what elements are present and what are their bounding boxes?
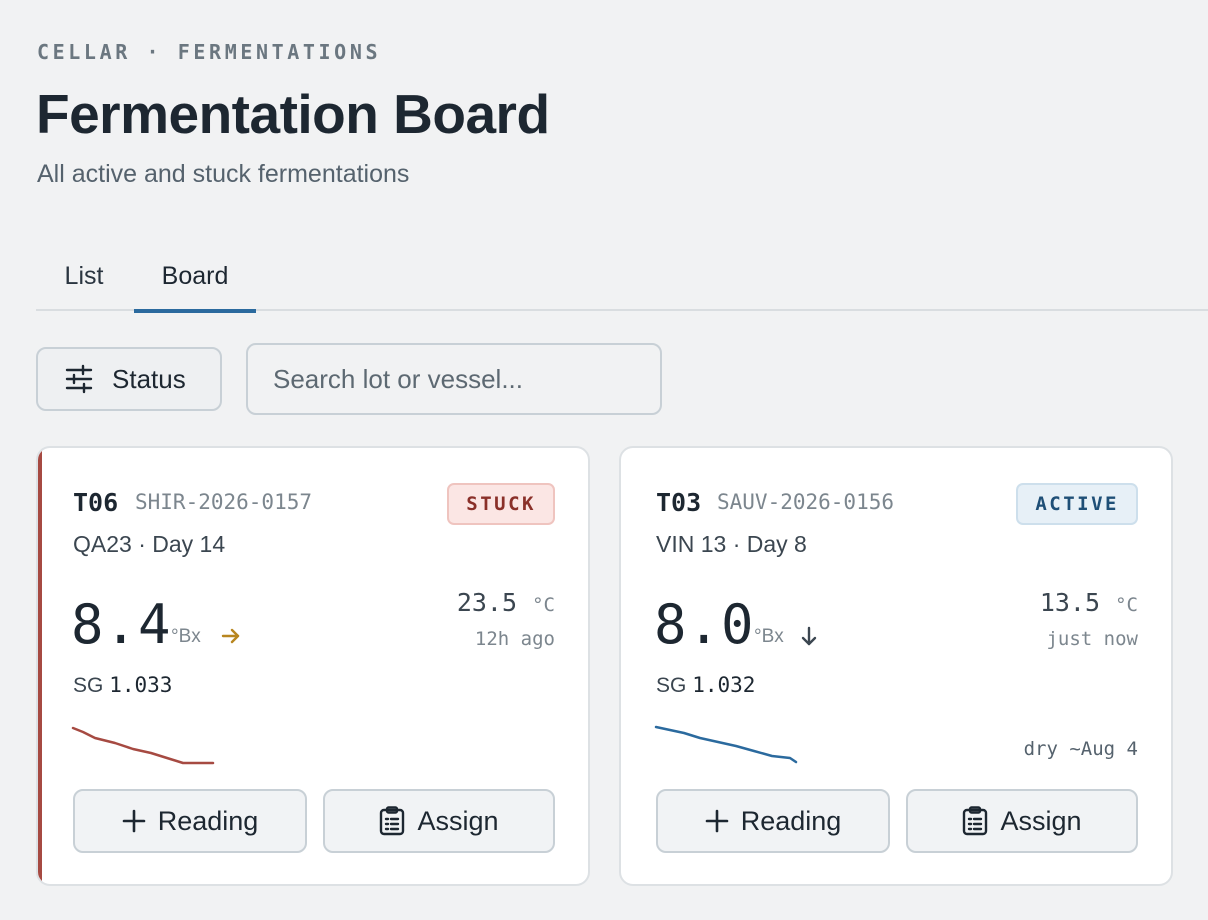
add-reading-label: Reading (740, 805, 842, 836)
specific-gravity: SG 1.033 (73, 673, 172, 698)
brix-value: 8.0 (654, 593, 755, 656)
brix-sparkline (654, 725, 798, 764)
tab-list[interactable]: List (36, 244, 132, 311)
sliders-icon (65, 364, 93, 394)
vessel-id: T06 (73, 488, 119, 517)
view-tabs: List Board (36, 244, 1208, 313)
plus-icon (122, 809, 146, 833)
plus-icon (705, 809, 729, 833)
status-filter-button[interactable]: Status (36, 347, 222, 411)
status-badge: ACTIVE (1016, 483, 1138, 525)
temperature-value: 13.5 (1039, 588, 1101, 617)
temperature-unit: °C (532, 594, 555, 616)
clipboard-icon (380, 806, 405, 836)
assign-button[interactable]: Assign (323, 789, 555, 853)
status-badge: STUCK (447, 483, 555, 525)
status-filter-label: Status (112, 363, 186, 394)
search-input[interactable] (246, 343, 662, 415)
fermentation-card[interactable]: T03 SAUV-2026-0156 ACTIVE VIN 13 · Day 8… (619, 446, 1173, 886)
temperature: 23.5 °C (457, 588, 555, 617)
reading-age: just now (1046, 628, 1138, 650)
fermentation-card[interactable]: T06 SHIR-2026-0157 STUCK QA23 · Day 14 8… (36, 446, 590, 886)
arrow-right-icon (221, 628, 240, 644)
specific-gravity: SG 1.032 (656, 673, 755, 698)
lot-code: SHIR-2026-0157 (135, 490, 313, 514)
temperature-value: 23.5 (456, 588, 518, 617)
lot-code: SAUV-2026-0156 (717, 490, 895, 514)
yeast-day: QA23 · Day 14 (73, 531, 226, 557)
dry-eta: dry ~Aug 4 (1023, 738, 1138, 760)
brix-value: 8.4 (71, 593, 172, 656)
assign-button[interactable]: Assign (906, 789, 1138, 853)
add-reading-label: Reading (157, 805, 259, 836)
sg-value: 1.033 (109, 673, 173, 697)
page-subtitle: All active and stuck fermentations (37, 160, 410, 188)
assign-label: Assign (1000, 805, 1082, 836)
breadcrumb-eyebrow: CELLAR · FERMENTATIONS (37, 40, 382, 64)
tab-board[interactable]: Board (134, 244, 256, 313)
temperature-unit: °C (1115, 594, 1138, 616)
brix-sparkline (71, 726, 215, 765)
sg-value: 1.032 (692, 673, 756, 697)
reading-age: 12h ago (474, 628, 555, 650)
sg-label: SG (656, 674, 687, 697)
temperature: 13.5 °C (1040, 588, 1138, 617)
clipboard-icon (963, 806, 988, 836)
brix-unit: °Bx (171, 626, 201, 647)
add-reading-button[interactable]: Reading (73, 789, 307, 853)
assign-label: Assign (417, 805, 499, 836)
yeast-day: VIN 13 · Day 8 (656, 531, 807, 557)
vessel-id: T03 (656, 488, 702, 517)
add-reading-button[interactable]: Reading (656, 789, 890, 853)
sg-label: SG (73, 674, 104, 697)
arrow-down-icon (801, 626, 817, 646)
page-title: Fermentation Board (36, 83, 550, 145)
brix-unit: °Bx (754, 626, 784, 647)
